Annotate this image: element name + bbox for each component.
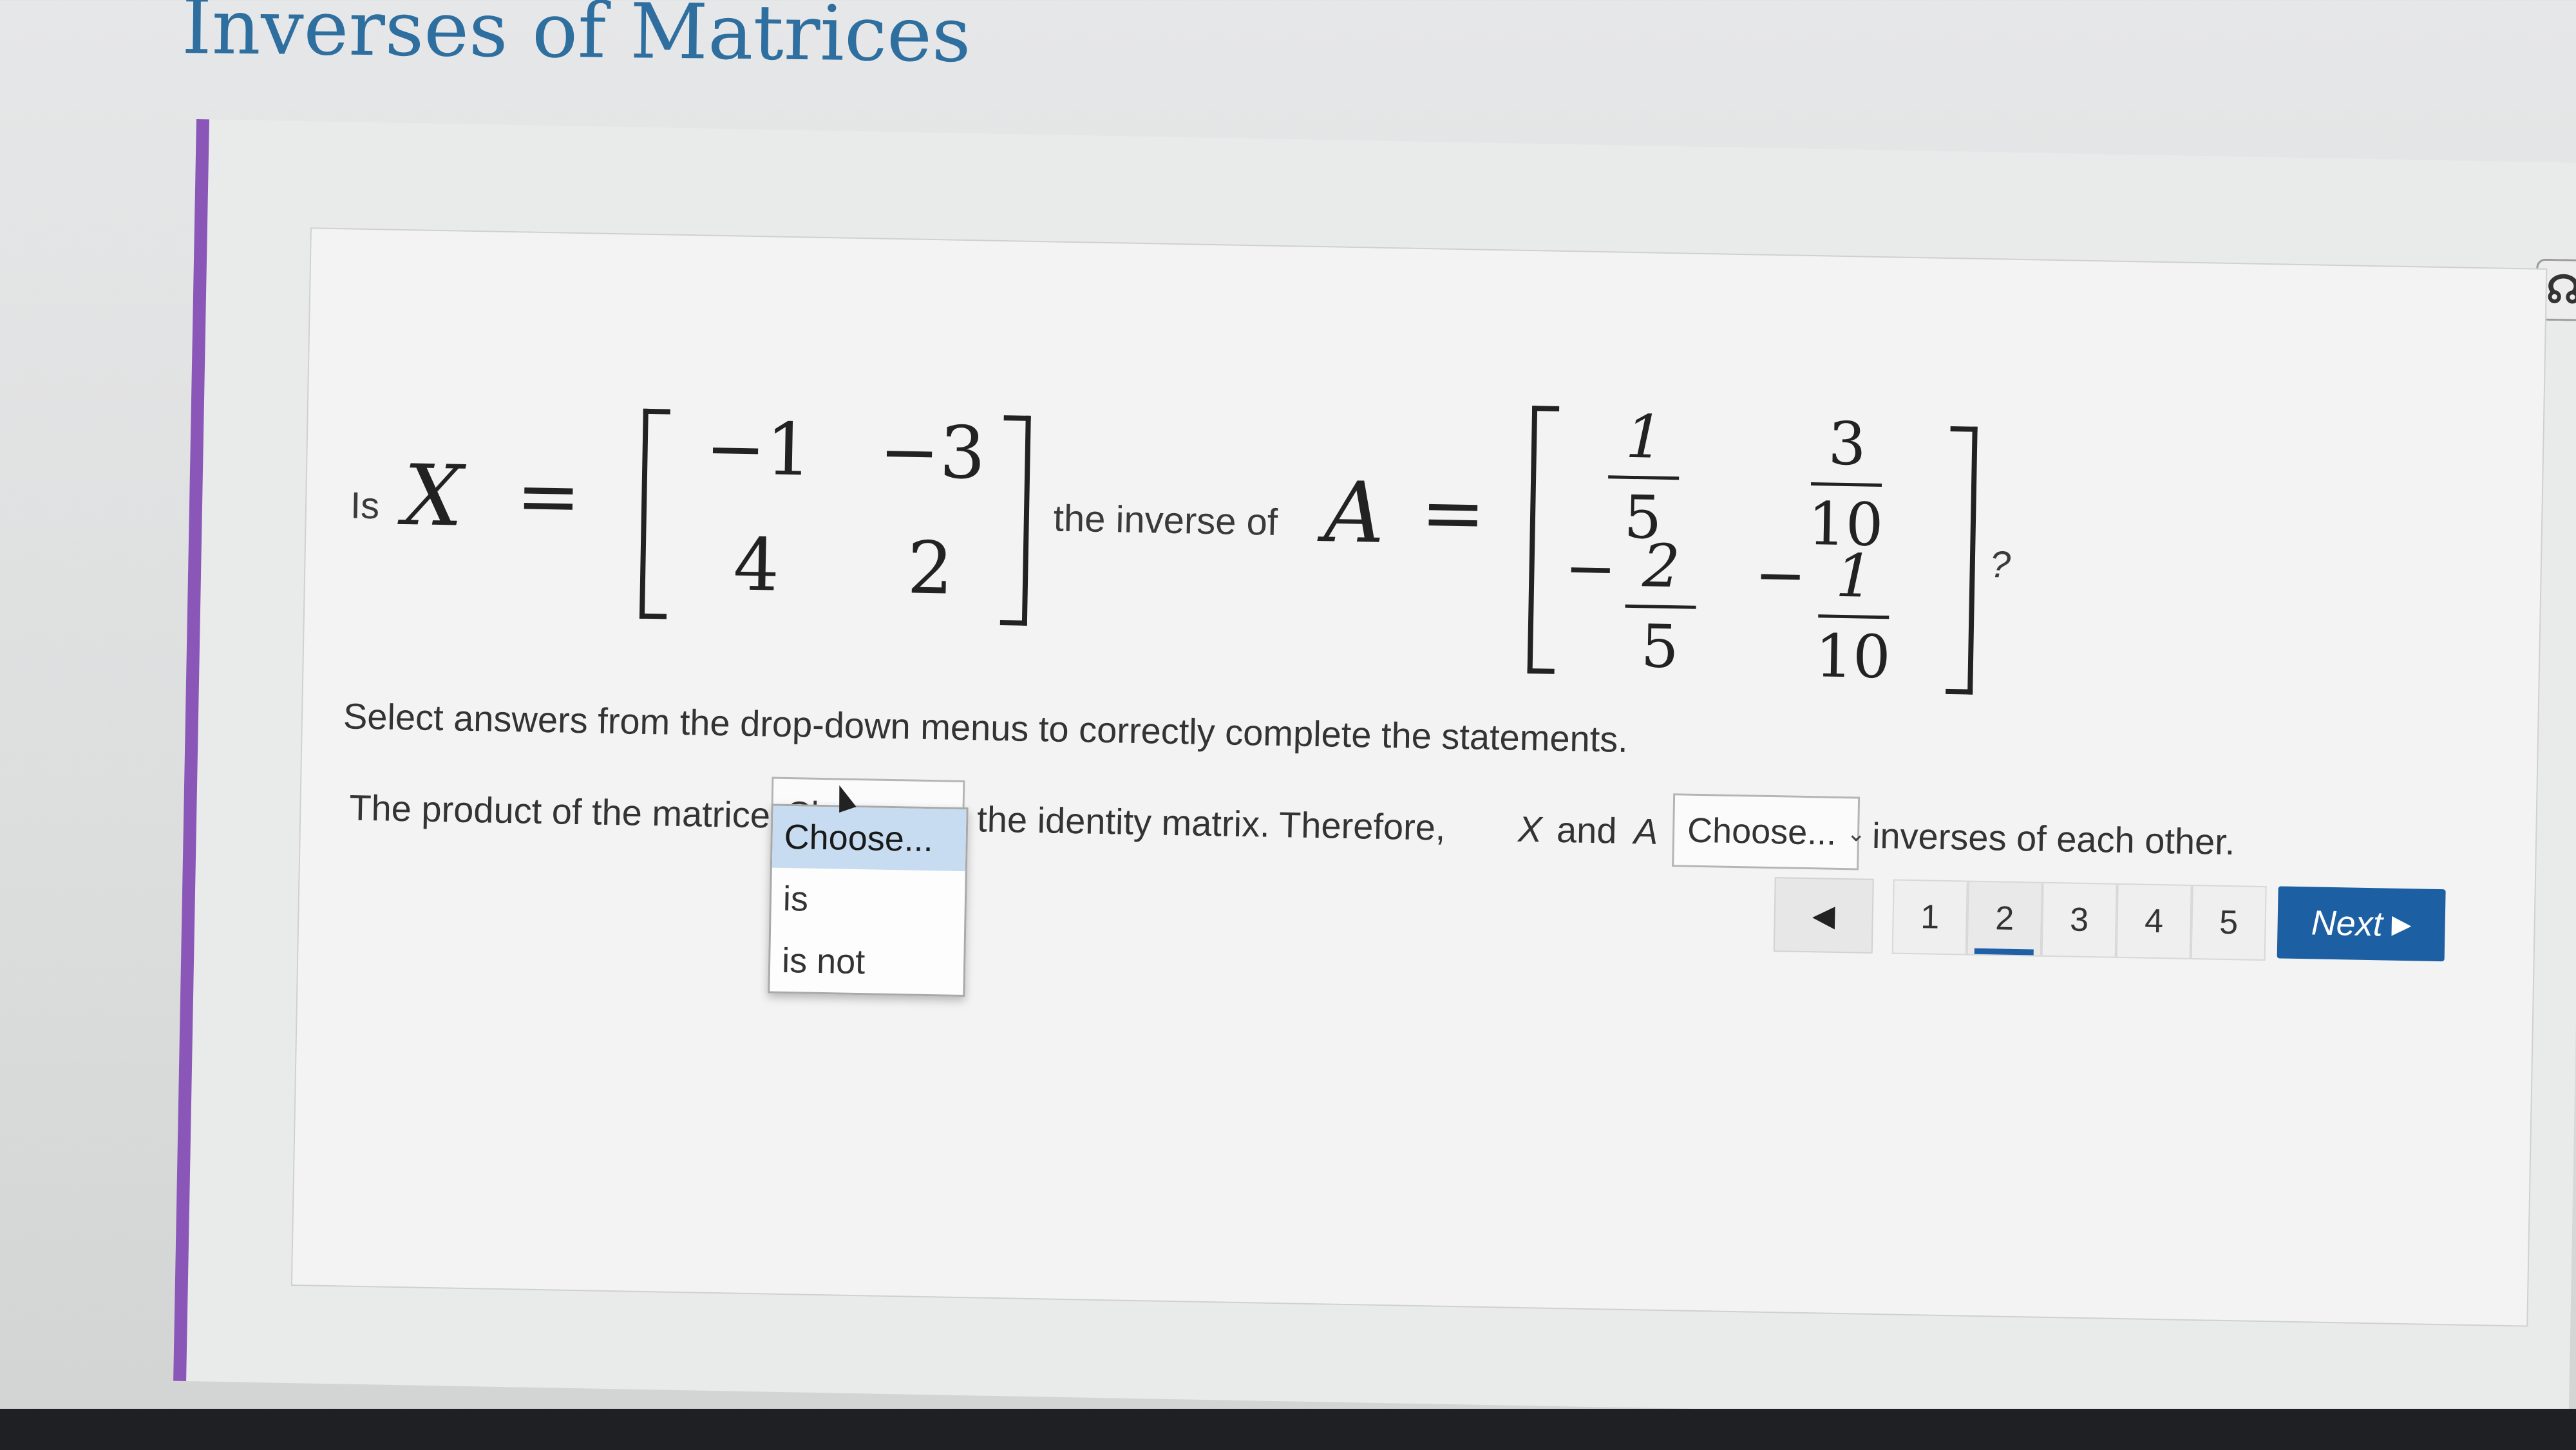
matrix-x-left-bracket	[639, 408, 670, 619]
denominator: 10	[1814, 621, 1891, 692]
instruction-text: Select answers from the drop-down menus …	[343, 695, 1629, 760]
matrix-x-cell: −1	[705, 406, 813, 493]
equals-sign: =	[1419, 467, 1486, 559]
fraction-bar	[1810, 482, 1882, 487]
fraction-bar	[1818, 614, 1889, 619]
statement-part1: The product of the matrices	[348, 787, 789, 836]
numerator: 2	[1642, 531, 1681, 601]
dropdown-options-list: Choose... is is not	[768, 804, 969, 997]
next-button[interactable]: Next ▶	[2277, 886, 2446, 962]
page-button-2[interactable]: 2	[1966, 880, 2043, 957]
statement-and: and	[1556, 809, 1618, 851]
matrix-a-fraction: 2 5	[1611, 531, 1710, 682]
statement-part2: the identity matrix. Therefore,	[976, 798, 1446, 848]
matrix-x-name: X	[402, 446, 464, 545]
matrix-x-cell: 2	[906, 526, 954, 611]
matrix-a-fraction: 3 10	[1797, 409, 1896, 560]
statement-var-a: A	[1633, 811, 1659, 852]
question-frame: ☊ Is X = −1 −3 4 2 the inverse of A = 1 …	[173, 119, 2576, 1425]
dropdown-option-is[interactable]: is	[771, 868, 965, 933]
monitor-bezel	[0, 1409, 2576, 1450]
matrix-x-cell: −3	[878, 410, 987, 496]
page-button-1[interactable]: 1	[1891, 879, 1968, 956]
question: Is X = −1 −3 4 2 the inverse of A = 1 5 …	[292, 229, 2546, 1325]
next-label: Next	[2311, 903, 2383, 944]
page-button-3[interactable]: 3	[2041, 881, 2117, 958]
dropdown-value: Choose...	[1687, 811, 1837, 852]
fraction-bar	[1625, 604, 1696, 609]
matrix-a-fraction: 1 10	[1804, 541, 1903, 692]
page-title: Inverses of Matrices	[181, 0, 972, 79]
minus-sign: −	[1564, 532, 1618, 605]
numerator: 1	[1625, 402, 1664, 472]
matrix-a-fraction: 1 5	[1594, 402, 1693, 552]
dropdown-option-choose[interactable]: Choose...	[772, 805, 967, 872]
arrow-right-icon: ▶	[2391, 910, 2412, 939]
pagination: ◀ 1 2 3 4 5 Next ▶	[1773, 877, 2446, 962]
inverses-dropdown[interactable]: Choose... ⌄	[1672, 793, 1866, 871]
statement-part3: inverses of each other.	[1871, 814, 2235, 863]
chevron-down-icon: ⌄	[1846, 820, 1866, 847]
matrix-x-right-bracket	[999, 415, 1031, 626]
previous-page-button[interactable]: ◀	[1773, 877, 1874, 954]
page-button-4[interactable]: 4	[2116, 883, 2192, 959]
question-card: Is X = −1 −3 4 2 the inverse of A = 1 5 …	[290, 227, 2548, 1327]
equals-sign: =	[515, 451, 582, 543]
headphones-icon: ☊	[2546, 267, 2576, 312]
arrow-left-icon: ◀	[1812, 898, 1835, 932]
denominator: 5	[1640, 612, 1680, 682]
matrix-a-left-bracket	[1527, 406, 1560, 674]
fraction-bar	[1608, 475, 1680, 480]
matrix-a-name: A	[1323, 463, 1386, 562]
minus-sign: −	[1754, 538, 1807, 612]
statement-var-x: X	[1517, 808, 1543, 850]
numerator: 3	[1827, 409, 1867, 479]
matrix-a-right-bracket	[1946, 426, 1978, 695]
matrix-x-cell: 4	[732, 523, 781, 608]
accent-bar	[173, 119, 209, 1382]
question-lead: Is	[350, 484, 380, 527]
page-button-5[interactable]: 5	[2190, 884, 2267, 961]
question-mark: ?	[1989, 543, 2011, 586]
question-mid-text: the inverse of	[1053, 497, 1278, 543]
numerator: 1	[1835, 541, 1874, 611]
dropdown-option-is-not[interactable]: is not	[770, 930, 964, 995]
